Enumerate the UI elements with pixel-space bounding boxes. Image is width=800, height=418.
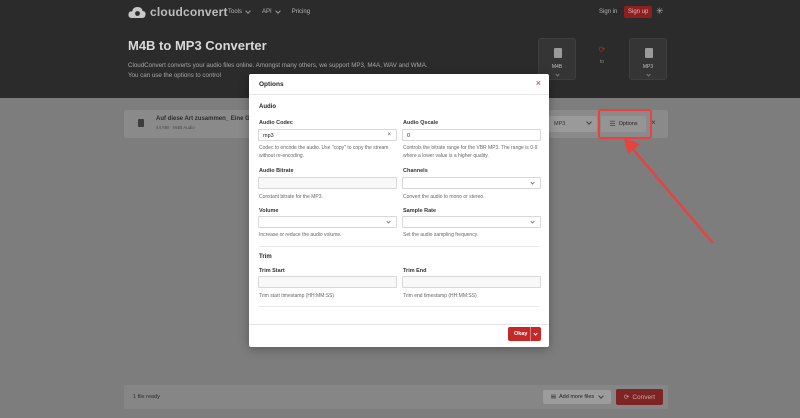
button-separator	[530, 327, 531, 341]
audio-qscale-input[interactable]: 0	[402, 129, 541, 141]
refresh-icon: ⟳	[623, 394, 630, 401]
sample-rate-help: Set the audio sampling frequency.	[403, 232, 479, 238]
volume-label: Volume	[259, 208, 279, 214]
section-divider	[259, 306, 539, 307]
section-audio: Audio	[259, 104, 276, 110]
nav-api-label: API	[262, 9, 272, 15]
audio-qscale-label: Audio Qscale	[403, 120, 439, 126]
section-divider	[259, 246, 539, 247]
channels-select[interactable]	[402, 177, 541, 189]
chevron-down-icon	[555, 72, 560, 77]
bottom-bar: 1 file ready ▤ Add more files ⟳ Convert	[124, 385, 668, 409]
volume-select[interactable]	[258, 216, 397, 228]
channels-help: Convert the audio to mono or stereo.	[403, 194, 485, 200]
document-icon	[645, 48, 653, 58]
trim-end-input[interactable]	[402, 276, 541, 288]
nav-pricing[interactable]: Pricing	[292, 9, 310, 15]
files-ready-status: 1 file ready	[133, 394, 160, 400]
output-format-value: MP3	[554, 121, 566, 127]
modal-header: Options ×	[249, 74, 549, 95]
trim-end-label: Trim End	[403, 268, 427, 274]
logo[interactable]: cloudconvert	[128, 5, 228, 19]
top-navigation: cloudconvert Tools API Pricing Sign in S…	[0, 0, 800, 26]
chevron-down-icon	[646, 72, 651, 77]
convert-label: Convert	[632, 393, 656, 401]
options-modal: Options × Audio Audio Codec mp3 × Codec …	[249, 74, 549, 347]
okay-button[interactable]: Okay	[508, 327, 541, 341]
close-icon[interactable]: ×	[536, 79, 541, 88]
section-trim: Trim	[259, 254, 272, 260]
volume-help: Increase or reduce the audio volume.	[259, 232, 342, 238]
to-label: to	[599, 59, 605, 65]
chevron-down-icon[interactable]	[533, 330, 538, 336]
add-more-files-button[interactable]: ▤ Add more files	[543, 390, 611, 404]
file-name: Auf diese Art zusammen_ Eine Ge	[156, 116, 254, 122]
from-format-label: M4B	[551, 64, 563, 70]
audio-codec-value: mp3	[263, 133, 274, 139]
page-title: M4B to MP3 Converter	[128, 38, 267, 53]
nav-tools-label: Tools	[228, 9, 243, 15]
sample-rate-select[interactable]	[402, 216, 541, 228]
to-indicator: ⟳ to	[584, 45, 620, 65]
convert-button[interactable]: ⟳ Convert	[616, 389, 663, 405]
file-plus-icon: ▤	[550, 394, 557, 400]
channels-label: Channels	[403, 168, 428, 174]
document-icon	[554, 48, 562, 58]
sync-icon: ⟳	[598, 45, 606, 54]
modal-title: Options	[259, 81, 284, 88]
chevron-down-icon	[586, 119, 592, 125]
annotation-arrow-icon	[624, 138, 714, 244]
nav-tools[interactable]: Tools	[228, 8, 251, 15]
chevron-down-icon	[530, 180, 535, 185]
audio-bitrate-help: Constant bitrate for the MP3.	[259, 194, 323, 200]
audio-bitrate-input[interactable]	[258, 177, 397, 189]
output-format-select[interactable]: MP3	[549, 116, 597, 132]
brand-name: cloudconvert	[150, 5, 228, 19]
audio-qscale-value: 0	[407, 133, 411, 139]
okay-label: Okay	[514, 331, 528, 337]
clear-icon[interactable]: ×	[387, 132, 391, 138]
gear-icon[interactable]: ✳	[656, 7, 664, 16]
audio-bitrate-label: Audio Bitrate	[259, 168, 294, 174]
chevron-down-icon	[386, 219, 391, 224]
trim-start-input[interactable]	[258, 276, 397, 288]
annotation-highlight-box	[598, 109, 652, 139]
trim-start-label: Trim Start	[259, 268, 285, 274]
audio-codec-help: Codec to encode the audio. Use "copy" to…	[259, 145, 389, 159]
chevron-down-icon	[530, 219, 535, 224]
to-format-selector[interactable]: MP3	[629, 38, 667, 80]
cloud-logo-icon	[128, 6, 146, 19]
signup-button[interactable]: Sign up	[624, 6, 653, 18]
trim-start-help: Trim start timestamp (HH:MM:SS)	[259, 293, 335, 299]
chevron-down-icon	[598, 393, 605, 399]
modal-footer-divider	[249, 324, 549, 325]
audio-qscale-help: Controls the bitrate range for the VBR M…	[403, 145, 538, 159]
chevron-down-icon	[274, 8, 281, 14]
audio-codec-input[interactable]: mp3 ×	[258, 129, 397, 141]
sample-rate-label: Sample Rate	[403, 208, 437, 214]
add-more-label: Add more files	[559, 394, 595, 400]
nav-links: Tools API Pricing	[228, 8, 310, 15]
nav-api[interactable]: API	[262, 8, 281, 15]
chevron-down-icon	[245, 8, 251, 14]
file-icon	[138, 119, 144, 127]
trim-end-help: Trim end timestamp (HH:MM:SS)	[403, 293, 477, 299]
to-format-label: MP3	[642, 64, 654, 70]
file-meta: 44 MB · M4B Audio	[156, 125, 195, 130]
audio-codec-label: Audio Codec	[259, 120, 293, 126]
signin-link[interactable]: Sign in	[599, 9, 617, 15]
